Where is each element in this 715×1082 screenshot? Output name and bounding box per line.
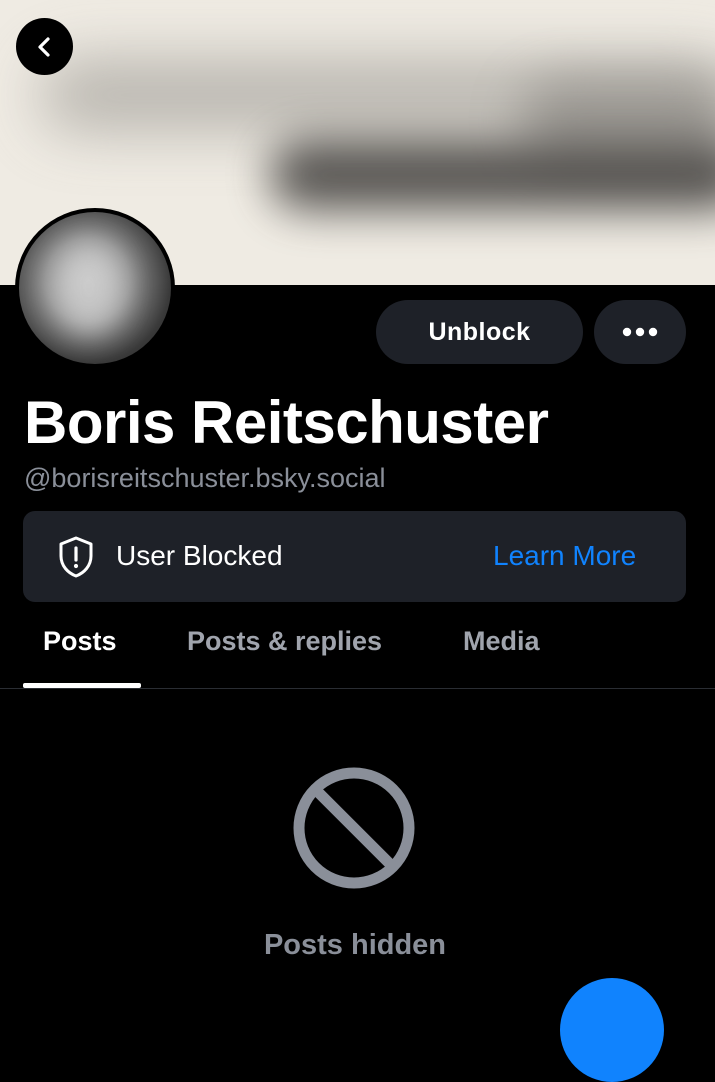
avatar[interactable] (15, 208, 175, 368)
tab-posts[interactable]: Posts (43, 626, 117, 657)
unblock-button[interactable]: Unblock (376, 300, 583, 364)
profile-handle: @borisreitschuster.bsky.social (24, 463, 386, 493)
prohibited-icon (293, 767, 415, 889)
avatar-image (19, 212, 171, 364)
tabs-divider (0, 688, 715, 689)
tab-media[interactable]: Media (463, 626, 540, 657)
user-blocked-label: User Blocked (116, 540, 283, 571)
back-button[interactable] (16, 18, 73, 75)
ellipsis-icon (622, 327, 658, 337)
compose-button[interactable] (560, 978, 664, 1082)
chevron-left-icon (37, 36, 50, 57)
more-options-button[interactable] (594, 300, 686, 364)
posts-hidden-message: Posts hidden (263, 929, 447, 961)
display-name: Boris Reitschuster (24, 389, 549, 456)
shield-alert-icon (59, 536, 93, 578)
banner-image-blur (270, 140, 715, 210)
tab-posts-and-replies[interactable]: Posts & replies (187, 626, 382, 657)
learn-more-link[interactable]: Learn More (493, 540, 636, 572)
